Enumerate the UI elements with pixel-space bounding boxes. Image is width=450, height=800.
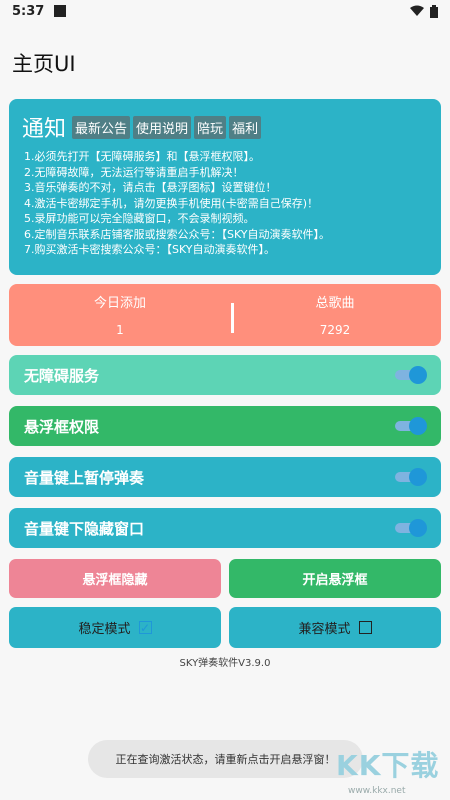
compat-mode-label: 兼容模式: [298, 622, 351, 637]
wifi-icon: [410, 5, 424, 16]
total-songs-label: 总歌曲: [315, 296, 355, 311]
stable-mode-checkbox[interactable]: ✓: [138, 621, 152, 634]
float-permission-switch[interactable]: [395, 417, 427, 435]
version-text: SKY弹奏软件V3.9.0: [179, 658, 271, 669]
status-time: 5:37: [12, 3, 45, 19]
toggle-label: 无障碍服务: [24, 366, 100, 385]
page-title: 主页UI: [12, 52, 76, 76]
notice-line: 7.购买激活卡密搜索公众号：【SKY自动演奏软件】。: [24, 243, 276, 256]
stable-mode-button[interactable]: 稳定模式 ✓: [9, 607, 221, 648]
stats-card: 今日添加 1 总歌曲 7292: [9, 284, 441, 346]
toggle-row-volume-up-pause[interactable]: 音量键上暂停弹奏: [9, 457, 441, 497]
battery-icon: [430, 4, 438, 18]
compat-mode-button[interactable]: 兼容模式: [229, 607, 441, 648]
toggle-row-float-permission[interactable]: 悬浮框权限: [9, 406, 441, 446]
accessibility-switch[interactable]: [395, 366, 427, 384]
today-added: 今日添加 1: [20, 292, 220, 337]
watermark-url: www.kkx.net: [348, 786, 406, 796]
toggle-label: 音量键上暂停弹奏: [24, 468, 145, 487]
stats-divider: [231, 303, 234, 333]
today-added-label: 今日添加: [93, 296, 146, 311]
toggle-row-accessibility[interactable]: 无障碍服务: [9, 355, 441, 395]
notification-icon: [54, 5, 67, 17]
tag-instructions[interactable]: 使用说明: [133, 115, 192, 139]
notice-lines: 1.必须先打开【无障碍服务】和【悬浮框权限】。 2.无障碍故障，无法运行等请重启…: [24, 149, 330, 258]
notice-line: 6.定制音乐联系店铺客服或搜索公众号：【SKY自动演奏软件】。: [24, 227, 331, 241]
stable-mode-label: 稳定模式: [78, 622, 131, 637]
notice-card: 通知 最新公告 使用说明 陪玩 福利 1.必须先打开【无障碍服务】和【悬浮框权限…: [9, 99, 441, 275]
total-songs-value: 7292: [319, 323, 351, 337]
tag-latest-announcement[interactable]: 最新公告: [72, 115, 131, 139]
compat-mode-checkbox[interactable]: [358, 621, 372, 634]
hide-float-button[interactable]: 悬浮框隐藏: [9, 559, 221, 598]
status-bar: 5:37: [0, 0, 450, 22]
volume-up-pause-switch[interactable]: [395, 468, 427, 486]
notice-line: 2.无障碍故障，无法运行等请重启手机解决！: [24, 165, 244, 179]
today-added-value: 1: [116, 323, 124, 337]
toggle-label: 悬浮框权限: [24, 417, 100, 436]
open-float-button[interactable]: 开启悬浮框: [229, 559, 441, 598]
total-songs: 总歌曲 7292: [235, 292, 435, 337]
notice-line: 1.必须先打开【无障碍服务】和【悬浮框权限】。: [24, 150, 260, 163]
volume-down-hide-switch[interactable]: [395, 519, 427, 537]
notice-line: 3.音乐弹奏的不对，请点击【悬浮图标】设置键位！: [24, 181, 277, 194]
toggle-label: 音量键下隐藏窗口: [24, 519, 145, 538]
toast-message: 正在查询激活状态，请重新点击开启悬浮窗！: [88, 740, 363, 778]
tag-companion[interactable]: 陪玩: [194, 115, 227, 139]
notice-line: 5.录屏功能可以完全隐藏窗口，不会录制视频。: [24, 212, 255, 225]
notice-title: 通知: [22, 117, 67, 142]
notice-header: 通知 最新公告 使用说明 陪玩 福利: [22, 111, 264, 143]
watermark-logo: KK下载: [336, 749, 440, 782]
notice-line: 4.激活卡密绑定手机，请勿更换手机使用(卡密需自己保存)！: [24, 196, 319, 210]
toggle-row-volume-down-hide[interactable]: 音量键下隐藏窗口: [9, 508, 441, 548]
tag-benefits[interactable]: 福利: [229, 115, 262, 139]
